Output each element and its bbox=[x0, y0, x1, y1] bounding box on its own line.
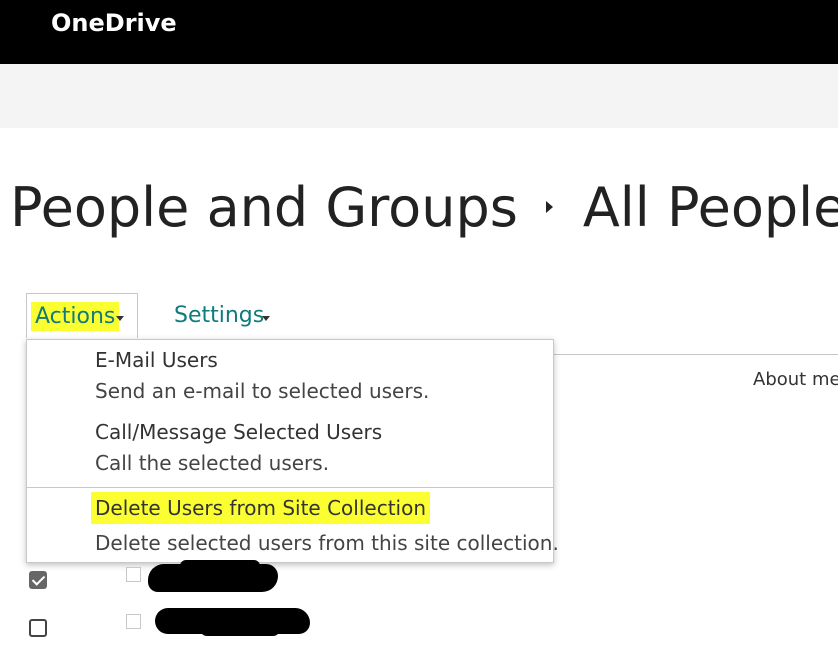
page-title: People and Groups All People bbox=[10, 172, 838, 242]
menu-item-description: Send an e-mail to selected users. bbox=[95, 379, 430, 403]
user-presence-checkbox[interactable] bbox=[126, 614, 141, 629]
menu-item-call-message-users[interactable]: Call/Message Selected Users Call the sel… bbox=[27, 412, 553, 486]
redacted-user-name bbox=[200, 622, 280, 636]
menu-item-title: Delete Users from Site Collection bbox=[91, 496, 431, 520]
menu-item-description: Delete selected users from this site col… bbox=[95, 531, 559, 555]
row-select-checkbox-checked[interactable] bbox=[29, 571, 47, 589]
menu-item-title: Call/Message Selected Users bbox=[95, 420, 383, 444]
redacted-user-name bbox=[180, 560, 260, 572]
chevron-down-icon bbox=[262, 316, 270, 321]
chevron-down-icon bbox=[116, 316, 124, 321]
actions-label[interactable]: Actions bbox=[31, 302, 120, 331]
row-select-checkbox[interactable] bbox=[29, 619, 47, 637]
breadcrumb-separator-icon bbox=[545, 201, 553, 213]
actions-dropdown-menu: E-Mail Users Send an e-mail to selected … bbox=[26, 339, 559, 564]
column-header-about-me[interactable]: About me bbox=[753, 369, 838, 390]
user-presence-checkbox[interactable] bbox=[126, 567, 141, 582]
menu-item-description: Call the selected users. bbox=[95, 451, 330, 475]
ribbon-bar bbox=[0, 64, 838, 128]
app-title[interactable]: OneDrive bbox=[51, 9, 177, 37]
breadcrumb-parent[interactable]: People and Groups bbox=[10, 176, 518, 239]
menu-item-delete-users[interactable]: Delete Users from Site Collection Delete… bbox=[27, 488, 559, 564]
settings-menu-button[interactable]: Settings bbox=[174, 303, 264, 328]
menu-item-email-users[interactable]: E-Mail Users Send an e-mail to selected … bbox=[27, 340, 553, 412]
breadcrumb-current: All People bbox=[582, 175, 838, 239]
suite-bar: OneDrive bbox=[0, 0, 838, 64]
menu-item-title: E-Mail Users bbox=[95, 348, 218, 372]
actions-menu-button[interactable]: Actions bbox=[26, 293, 138, 338]
